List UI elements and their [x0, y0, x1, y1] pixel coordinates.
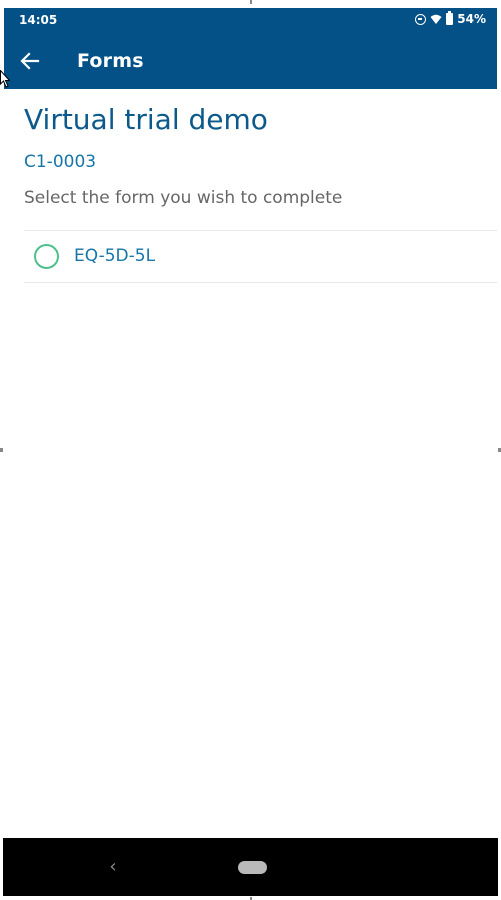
system-navigation-bar: ‹	[3, 838, 498, 896]
instruction-text: Select the form you wish to complete	[24, 188, 343, 208]
app-bar: Forms	[4, 32, 497, 89]
arrow-left-icon	[20, 52, 40, 70]
form-option-label: EQ-5D-5L	[74, 246, 156, 266]
status-bar: 14:05 54%	[4, 8, 497, 32]
form-option-eq-5d-5l[interactable]: EQ-5D-5L	[24, 231, 497, 282]
subject-id: C1-0003	[24, 152, 97, 172]
battery-percentage: 54%	[457, 12, 486, 26]
nav-back-icon[interactable]: ‹	[103, 855, 123, 879]
page-title: Virtual trial demo	[24, 103, 268, 136]
radio-button[interactable]	[34, 244, 59, 269]
do-not-disturb-icon	[415, 13, 427, 25]
status-time: 14:05	[19, 13, 58, 27]
wifi-icon	[430, 14, 442, 24]
list-divider	[24, 282, 497, 283]
screen-edge-mark	[250, 0, 252, 4]
status-icons: 54%	[415, 11, 486, 26]
battery-icon	[446, 11, 454, 25]
app-bar-title: Forms	[77, 50, 144, 72]
nav-home-pill[interactable]	[238, 861, 267, 874]
back-button[interactable]	[14, 45, 46, 77]
screen-edge-mark	[0, 448, 3, 452]
phone-screen: 14:05 54% Forms Virtual trial demo C1-00…	[0, 0, 501, 900]
mouse-cursor-icon	[0, 70, 10, 88]
